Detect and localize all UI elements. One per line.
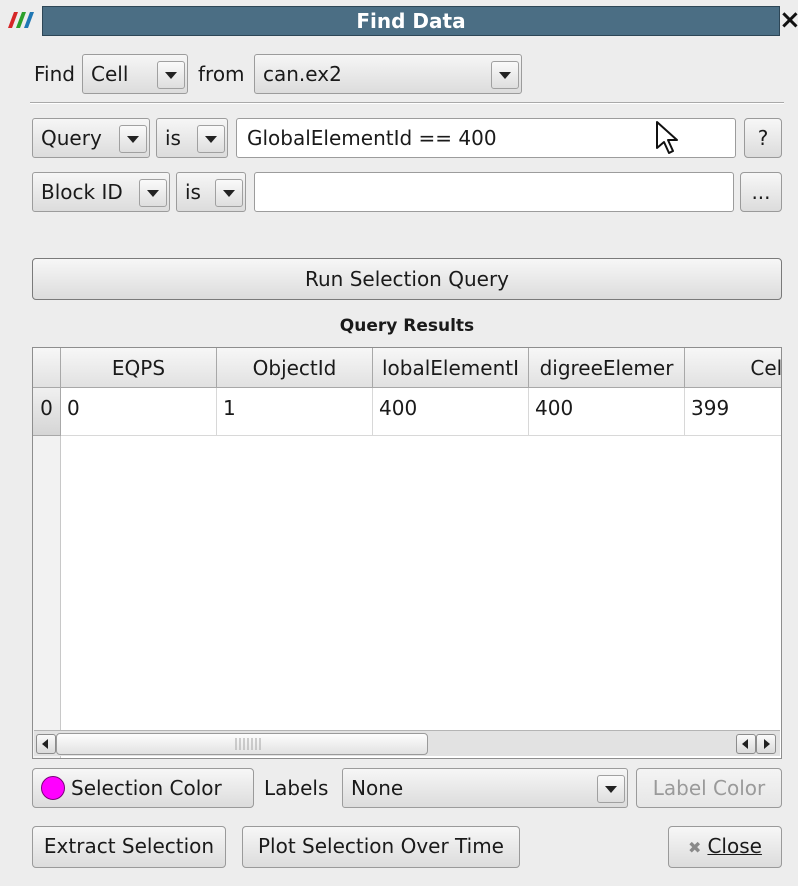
labels-combo[interactable]: None	[342, 768, 628, 808]
block-more-button[interactable]: ...	[740, 172, 782, 212]
chevron-down-icon	[215, 179, 243, 207]
close-button[interactable]: ✖ Close	[668, 826, 782, 868]
scrollbar-thumb[interactable]	[56, 733, 428, 755]
results-table[interactable]: EQPS ObjectId lobalElementI digreeElemer…	[32, 347, 782, 759]
query-field-combo[interactable]: Query	[32, 118, 150, 158]
row-header-gutter	[33, 436, 61, 758]
window-title: Find Data	[356, 9, 466, 33]
labels-label: Labels	[264, 776, 329, 800]
find-label: Find	[34, 62, 75, 86]
close-icon: ✖	[688, 838, 702, 857]
source-combo[interactable]: can.ex2	[254, 54, 522, 94]
mouse-pointer-icon	[654, 120, 684, 156]
chevron-down-icon	[139, 179, 167, 207]
window-close-icon[interactable]: ×	[779, 4, 798, 36]
label-color-button[interactable]: Label Color	[636, 768, 782, 808]
horizontal-scrollbar[interactable]	[34, 730, 780, 756]
table-cell[interactable]: 400	[373, 388, 529, 436]
app-logo-icon	[6, 10, 36, 30]
chevron-down-icon	[491, 61, 519, 89]
block-operator-value: is	[185, 180, 201, 204]
run-selection-query-button[interactable]: Run Selection Query	[32, 258, 782, 300]
plot-selection-over-time-button[interactable]: Plot Selection Over Time	[242, 826, 520, 868]
scroll-left-icon[interactable]	[736, 734, 756, 754]
table-corner[interactable]	[33, 348, 61, 388]
from-label: from	[198, 62, 245, 86]
row-header[interactable]: 0	[33, 388, 61, 436]
extract-selection-button[interactable]: Extract Selection	[32, 826, 226, 868]
scrollbar-grip	[235, 738, 263, 750]
find-type-combo[interactable]: Cell	[82, 54, 188, 94]
column-header-eqps[interactable]: EQPS	[61, 348, 217, 388]
column-header-pedigreeelementid[interactable]: digreeElemer	[529, 348, 685, 388]
column-header-globalelementid[interactable]: lobalElementI	[373, 348, 529, 388]
chevron-down-icon	[157, 61, 185, 89]
table-cell[interactable]: 399	[685, 388, 781, 436]
close-button-label: Close	[707, 834, 762, 858]
block-operator-combo[interactable]: is	[176, 172, 246, 212]
block-value-input[interactable]	[254, 172, 734, 212]
scroll-right-icon[interactable]	[756, 734, 776, 754]
chevron-down-icon	[119, 125, 147, 153]
column-header-cell-id[interactable]: Cell I	[685, 348, 781, 388]
selection-color-label: Selection Color	[71, 776, 222, 800]
source-value: can.ex2	[263, 62, 342, 86]
table-cell[interactable]: 1	[217, 388, 373, 436]
query-results-title: Query Results	[339, 316, 475, 336]
query-operator-value: is	[165, 126, 181, 150]
table-cell[interactable]: 0	[61, 388, 217, 436]
table-cell[interactable]: 400	[529, 388, 685, 436]
column-header-objectid[interactable]: ObjectId	[217, 348, 373, 388]
chevron-down-icon	[197, 125, 225, 153]
block-field-value: Block ID	[41, 180, 123, 204]
find-type-value: Cell	[91, 62, 129, 86]
scroll-left-icon[interactable]	[36, 734, 56, 754]
divider	[30, 102, 784, 104]
query-operator-combo[interactable]: is	[156, 118, 228, 158]
chevron-down-icon	[597, 775, 625, 803]
selection-color-swatch	[41, 775, 65, 800]
block-field-combo[interactable]: Block ID	[32, 172, 170, 212]
query-help-button[interactable]: ?	[744, 118, 782, 158]
labels-value: None	[351, 776, 404, 800]
selection-color-button[interactable]: Selection Color	[32, 768, 254, 808]
query-field-value: Query	[41, 126, 102, 150]
